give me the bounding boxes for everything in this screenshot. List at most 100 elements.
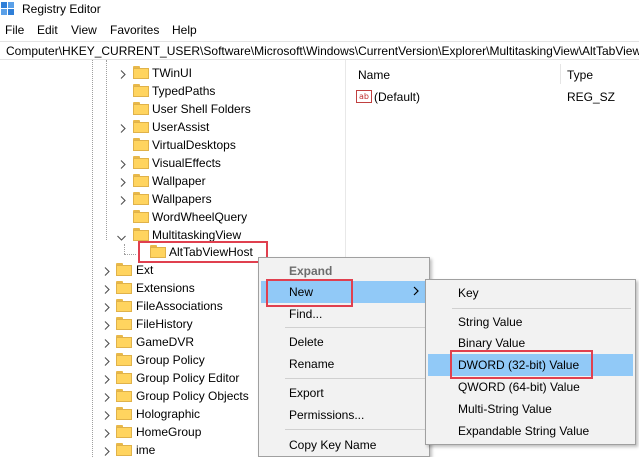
expand-chevron-icon[interactable] bbox=[104, 283, 113, 294]
tree-node-label: Group Policy Objects bbox=[136, 389, 249, 403]
tree-node[interactable]: Wallpapers bbox=[0, 190, 345, 208]
annotation-box bbox=[266, 279, 353, 307]
tree-node[interactable]: TypedPaths bbox=[0, 82, 345, 100]
tree-node[interactable]: TWinUI bbox=[0, 64, 345, 82]
menu-separator bbox=[285, 378, 425, 379]
tree-node-label: TypedPaths bbox=[152, 84, 216, 98]
expand-chevron-icon[interactable] bbox=[104, 427, 113, 438]
value-name: (Default) bbox=[374, 90, 421, 104]
folder-icon bbox=[116, 389, 132, 402]
tree-node-label: Holographic bbox=[136, 407, 201, 421]
column-header-name[interactable]: Name bbox=[358, 68, 390, 82]
tree-node-label: Wallpapers bbox=[152, 192, 212, 206]
expand-chevron-icon[interactable] bbox=[104, 319, 113, 330]
expand-chevron-icon[interactable] bbox=[120, 158, 129, 169]
column-header-type[interactable]: Type bbox=[567, 68, 593, 82]
tree-node-label: Ext bbox=[136, 263, 154, 277]
menu-item-label: String Value bbox=[458, 315, 523, 329]
folder-icon bbox=[116, 407, 132, 420]
tree-node-label: User Shell Folders bbox=[152, 102, 251, 116]
annotation-box bbox=[138, 241, 268, 263]
tree-node[interactable]: VisualEffects bbox=[0, 154, 345, 172]
menu-item-export[interactable]: Export bbox=[261, 382, 427, 404]
menu-separator bbox=[285, 327, 425, 328]
menu-item-label: Expandable String Value bbox=[458, 424, 590, 438]
expand-chevron-icon[interactable] bbox=[104, 265, 113, 276]
expand-chevron-icon[interactable] bbox=[104, 301, 113, 312]
folder-icon bbox=[133, 156, 149, 169]
menu-item-expandable-string-value[interactable]: Expandable String Value bbox=[428, 420, 633, 442]
menu-favorites[interactable]: Favorites bbox=[110, 23, 159, 37]
menu-item-label: Export bbox=[289, 386, 324, 400]
title-bar: Registry Editor bbox=[0, 0, 639, 19]
tree-node[interactable]: VirtualDesktops bbox=[0, 136, 345, 154]
menu-item-label: Delete bbox=[289, 335, 324, 349]
expand-chevron-icon[interactable] bbox=[104, 445, 113, 456]
menu-file[interactable]: File bbox=[5, 23, 24, 37]
menu-item-label: Permissions... bbox=[289, 408, 365, 422]
folder-icon bbox=[116, 335, 132, 348]
tree-node-label: GameDVR bbox=[136, 335, 195, 349]
menu-item-key[interactable]: Key bbox=[428, 282, 633, 304]
folder-icon bbox=[133, 84, 149, 97]
menu-item-delete[interactable]: Delete bbox=[261, 331, 427, 353]
menu-help[interactable]: Help bbox=[172, 23, 197, 37]
expand-chevron-icon[interactable] bbox=[120, 122, 129, 133]
folder-icon bbox=[133, 120, 149, 133]
tree-node-label: UserAssist bbox=[152, 120, 210, 134]
tree-node[interactable]: Wallpaper bbox=[0, 172, 345, 190]
folder-icon bbox=[133, 192, 149, 205]
menu-item-label: QWORD (64-bit) Value bbox=[458, 380, 580, 394]
tree-node[interactable]: User Shell Folders bbox=[0, 100, 345, 118]
menu-item-multi-string-value[interactable]: Multi-String Value bbox=[428, 398, 633, 420]
tree-node-label: FileHistory bbox=[136, 317, 193, 331]
menu-separator bbox=[285, 429, 425, 430]
menu-item-label: Key bbox=[458, 286, 479, 300]
tree-node[interactable]: WordWheelQuery bbox=[0, 208, 345, 226]
collapse-chevron-icon[interactable] bbox=[117, 230, 126, 241]
expand-chevron-icon[interactable] bbox=[120, 68, 129, 79]
folder-icon bbox=[133, 228, 149, 241]
folder-icon bbox=[133, 174, 149, 187]
tree-node-label: WordWheelQuery bbox=[152, 210, 248, 224]
menu-item-rename[interactable]: Rename bbox=[261, 353, 427, 375]
menu-view[interactable]: View bbox=[71, 23, 97, 37]
menu-item-label: Multi-String Value bbox=[458, 402, 552, 416]
tree-guide bbox=[124, 244, 125, 254]
folder-icon bbox=[116, 299, 132, 312]
expand-chevron-icon[interactable] bbox=[104, 409, 113, 420]
expand-chevron-icon[interactable] bbox=[120, 176, 129, 187]
expand-chevron-icon[interactable] bbox=[104, 391, 113, 402]
value-type: REG_SZ bbox=[567, 90, 616, 104]
folder-icon bbox=[133, 102, 149, 115]
menu-item-label: Expand bbox=[289, 264, 333, 278]
window-title: Registry Editor bbox=[22, 2, 101, 16]
tree-node-label: ime bbox=[136, 443, 156, 457]
tree-node-label: Group Policy bbox=[136, 353, 205, 367]
folder-icon bbox=[116, 425, 132, 438]
menu-item-permissions[interactable]: Permissions... bbox=[261, 404, 427, 426]
column-divider[interactable] bbox=[560, 64, 561, 84]
address-path: Computer\HKEY_CURRENT_USER\Software\Micr… bbox=[6, 44, 639, 58]
address-bar[interactable]: Computer\HKEY_CURRENT_USER\Software\Micr… bbox=[0, 41, 639, 60]
string-value-icon: ab bbox=[356, 90, 372, 103]
tree-node-label: Wallpaper bbox=[152, 174, 206, 188]
expand-chevron-icon[interactable] bbox=[120, 194, 129, 205]
expand-chevron-icon[interactable] bbox=[104, 355, 113, 366]
menu-edit[interactable]: Edit bbox=[37, 23, 58, 37]
tree-node[interactable]: UserAssist bbox=[0, 118, 345, 136]
folder-icon bbox=[133, 138, 149, 151]
menu-bar: File Edit View Favorites Help bbox=[0, 20, 639, 40]
registry-editor-icon bbox=[1, 2, 14, 15]
menu-item-string-value[interactable]: String Value bbox=[428, 311, 633, 333]
tree-node-label: FileAssociations bbox=[136, 299, 223, 313]
folder-icon bbox=[133, 210, 149, 223]
folder-icon bbox=[133, 66, 149, 79]
expand-chevron-icon[interactable] bbox=[104, 337, 113, 348]
folder-icon bbox=[116, 263, 132, 276]
menu-item-qword-value[interactable]: QWORD (64-bit) Value bbox=[428, 376, 633, 398]
expand-chevron-icon[interactable] bbox=[104, 373, 113, 384]
menu-item-copy-key-name[interactable]: Copy Key Name bbox=[261, 434, 427, 456]
value-row[interactable]: ab (Default) REG_SZ bbox=[356, 88, 636, 106]
tree-node-label: VirtualDesktops bbox=[152, 138, 236, 152]
